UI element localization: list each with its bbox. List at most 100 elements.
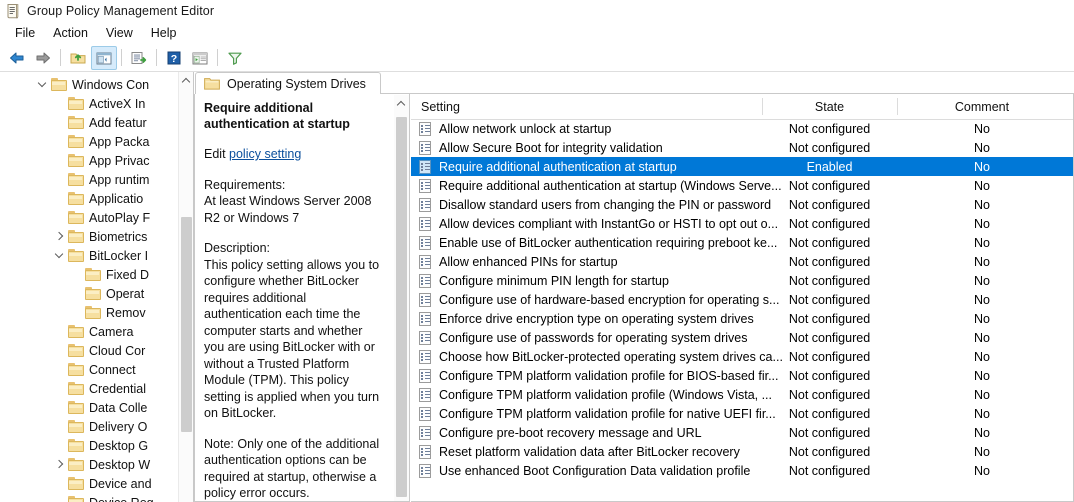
tree-item-label: AutoPlay F [89, 211, 150, 225]
tree-item-desktop-gadgets[interactable]: Desktop G [0, 436, 178, 455]
tree-item-biometrics[interactable]: Biometrics [0, 227, 178, 246]
menu-help[interactable]: Help [142, 24, 186, 42]
setting-name: Configure use of passwords for operating… [439, 331, 747, 345]
tree-item-removable-data-drives[interactable]: Remov [0, 303, 178, 322]
folder-icon [68, 211, 84, 224]
tree-item-camera[interactable]: Camera [0, 322, 178, 341]
chevron-right-icon[interactable] [51, 227, 68, 246]
policy-setting-icon [419, 293, 433, 307]
table-row[interactable]: Configure TPM platform validation profil… [411, 404, 1074, 423]
filter-button[interactable] [222, 46, 248, 70]
table-row[interactable]: Enable use of BitLocker authentication r… [411, 233, 1074, 252]
policy-setting-icon [419, 198, 433, 212]
table-row[interactable]: Disallow standard users from changing th… [411, 195, 1074, 214]
tree-item-bitlocker-drive-encryption[interactable]: BitLocker I [0, 246, 178, 265]
menu-action[interactable]: Action [44, 24, 97, 42]
table-row[interactable]: Configure TPM platform validation profil… [411, 385, 1074, 404]
requirements-text: At least Windows Server 2008 R2 or Windo… [204, 193, 382, 226]
policy-setting-icon [419, 122, 433, 136]
edit-policy-line: Edit policy setting [204, 146, 382, 163]
tree-item-windows-components[interactable]: Windows Con [0, 75, 178, 94]
tree-twisty-placeholder [51, 322, 68, 341]
tree-item-label: Cloud Cor [89, 344, 145, 358]
chevron-down-icon[interactable] [34, 75, 51, 94]
setting-comment: No [897, 461, 1067, 480]
setting-state: Not configured [762, 328, 897, 347]
table-row[interactable]: Reset platform validation data after Bit… [411, 442, 1074, 461]
tree-item-delivery-optimization[interactable]: Delivery O [0, 417, 178, 436]
folder-icon [68, 154, 84, 167]
table-row[interactable]: Configure pre-boot recovery message and … [411, 423, 1074, 442]
table-row[interactable]: Allow network unlock at startupNot confi… [411, 119, 1074, 138]
tree-item-activex-installer[interactable]: ActiveX In [0, 94, 178, 113]
tree-scrollbar-thumb[interactable] [181, 217, 192, 432]
tree-item-credential-user-interface[interactable]: Credential [0, 379, 178, 398]
tree-item-app-privacy[interactable]: App Privac [0, 151, 178, 170]
folder-icon [68, 249, 84, 262]
table-row[interactable]: Enforce drive encryption type on operati… [411, 309, 1074, 328]
chevron-down-icon[interactable] [51, 246, 68, 265]
tree-item-cloud-content[interactable]: Cloud Cor [0, 341, 178, 360]
description-vertical-scrollbar[interactable] [394, 95, 409, 501]
table-row[interactable]: Allow devices compliant with InstantGo o… [411, 214, 1074, 233]
tree-twisty-placeholder [51, 398, 68, 417]
tree-item-device-and-driver-compatibility[interactable]: Device and [0, 474, 178, 493]
tree-vertical-scrollbar[interactable] [178, 72, 193, 502]
tree-item-application-compatibility[interactable]: Applicatio [0, 189, 178, 208]
table-row[interactable]: Require additional authentication at sta… [411, 176, 1074, 195]
folder-icon [68, 192, 84, 205]
forward-button[interactable] [30, 46, 56, 70]
tree-item-app-package-deployment[interactable]: App Packa [0, 132, 178, 151]
tree-item-operating-system-drives[interactable]: Operat [0, 284, 178, 303]
show-hide-action-pane-button[interactable] [187, 46, 213, 70]
setting-state: Not configured [762, 119, 897, 138]
table-row[interactable]: Require additional authentication at sta… [411, 157, 1074, 176]
folder-up-icon [69, 50, 87, 66]
export-list-button[interactable] [126, 46, 152, 70]
table-row[interactable]: Configure minimum PIN length for startup… [411, 271, 1074, 290]
tree-twisty-placeholder [51, 189, 68, 208]
back-button[interactable] [4, 46, 30, 70]
tree-item-autoplay-policies[interactable]: AutoPlay F [0, 208, 178, 227]
tree-item-label: Fixed D [106, 268, 149, 282]
tree-item-fixed-data-drives[interactable]: Fixed D [0, 265, 178, 284]
scroll-up-icon[interactable] [394, 95, 409, 112]
show-hide-console-tree-button[interactable] [91, 46, 117, 70]
tree-item-label: Windows Con [72, 78, 149, 92]
table-row[interactable]: Configure use of hardware-based encrypti… [411, 290, 1074, 309]
policy-setting-icon [419, 369, 433, 383]
setting-name: Allow enhanced PINs for startup [439, 255, 618, 269]
chevron-right-icon[interactable] [51, 455, 68, 474]
table-row[interactable]: Use enhanced Boot Configuration Data val… [411, 461, 1074, 480]
column-header-comment[interactable]: Comment [897, 94, 1067, 119]
column-header-state[interactable]: State [762, 94, 897, 119]
up-one-level-button[interactable] [65, 46, 91, 70]
tree-item-app-runtime[interactable]: App runtim [0, 170, 178, 189]
description-body: Require additional authentication at sta… [194, 94, 410, 502]
tab-operating-system-drives[interactable]: Operating System Drives [195, 72, 381, 94]
scroll-up-icon[interactable] [179, 72, 194, 89]
table-row[interactable]: Configure use of passwords for operating… [411, 328, 1074, 347]
tree-item-device-registration[interactable]: Device Reg [0, 493, 178, 502]
table-row[interactable]: Configure TPM platform validation profil… [411, 366, 1074, 385]
tree-item-connect[interactable]: Connect [0, 360, 178, 379]
menu-view[interactable]: View [97, 24, 142, 42]
edit-policy-setting-link[interactable]: policy setting [229, 147, 301, 161]
table-row[interactable]: Allow Secure Boot for integrity validati… [411, 138, 1074, 157]
description-label: Description: [204, 240, 382, 257]
table-row[interactable]: Allow enhanced PINs for startupNot confi… [411, 252, 1074, 271]
tree-twisty-placeholder [51, 493, 68, 502]
toolbar-separator [121, 49, 122, 66]
tree-twisty-placeholder [51, 360, 68, 379]
gpme-document-icon [5, 3, 21, 19]
tree-item-add-features[interactable]: Add featur [0, 113, 178, 132]
tree-item-data-collection[interactable]: Data Colle [0, 398, 178, 417]
tree-item-desktop-window-manager[interactable]: Desktop W [0, 455, 178, 474]
tree-item-label: Operat [106, 287, 144, 301]
column-header-setting[interactable]: Setting [421, 94, 460, 119]
help-button[interactable]: ? [161, 46, 187, 70]
description-scrollbar-thumb[interactable] [396, 117, 407, 497]
menu-file[interactable]: File [6, 24, 44, 42]
tree-twisty-placeholder [51, 151, 68, 170]
table-row[interactable]: Choose how BitLocker-protected operating… [411, 347, 1074, 366]
